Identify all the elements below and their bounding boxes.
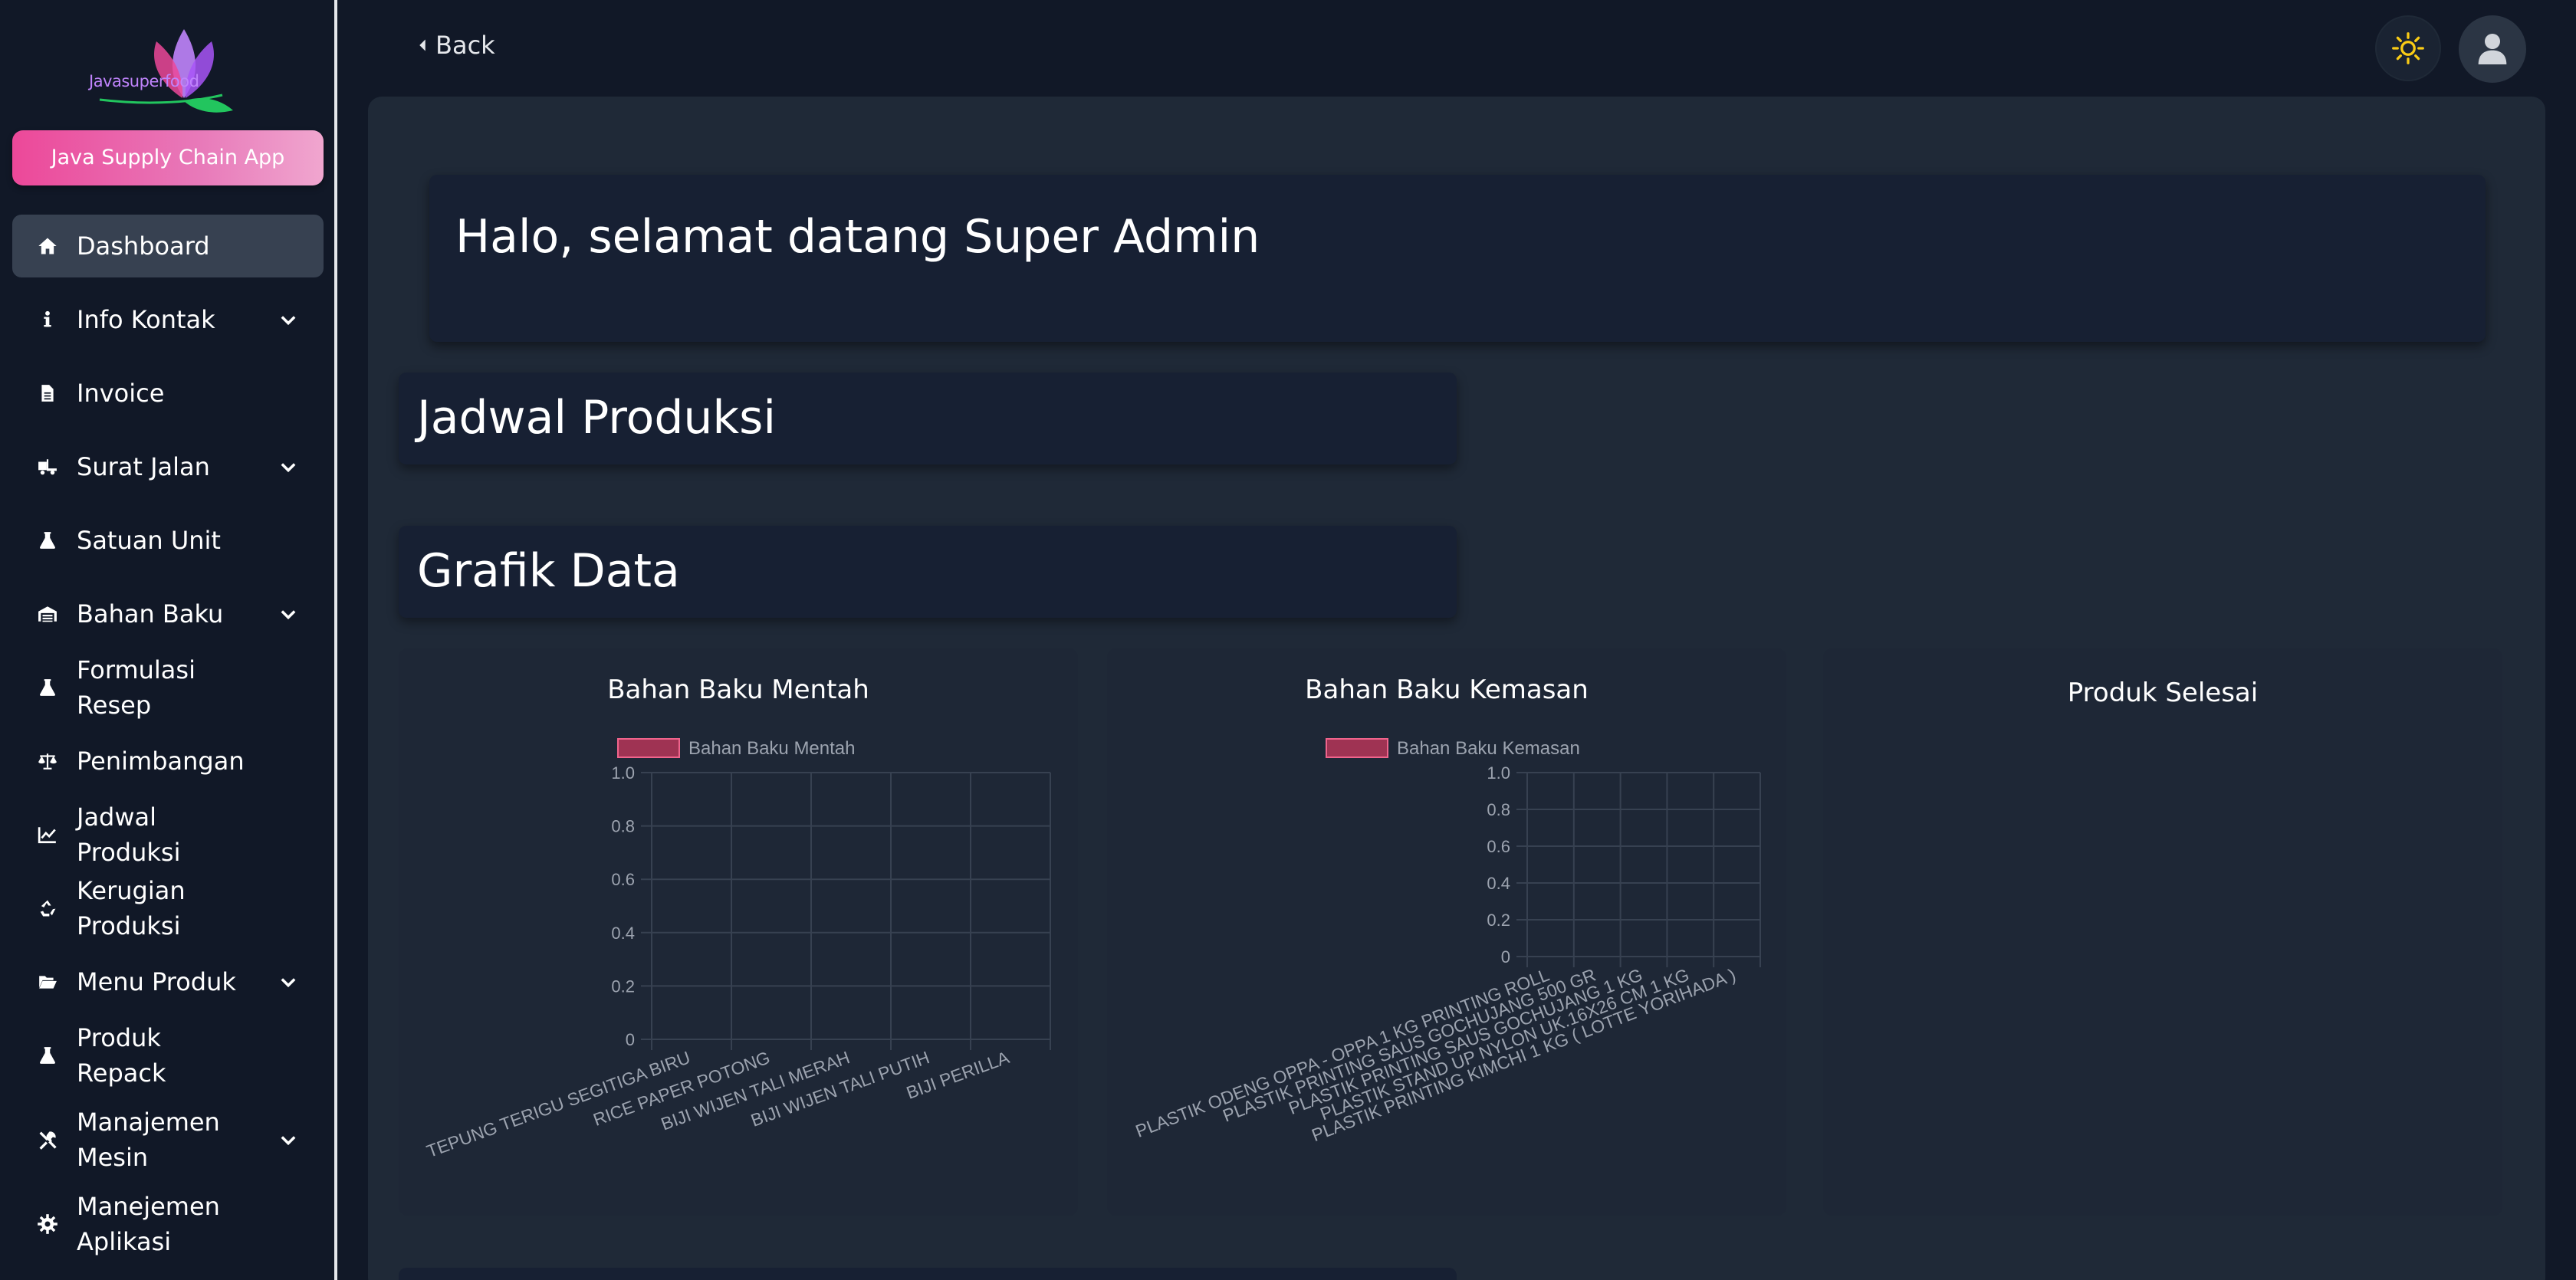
sidebar-item-label: Manejemen Aplikasi [77,1192,220,1256]
legend-swatch [1326,738,1388,758]
sidebar-item-bahan-baku[interactable]: Bahan Baku [12,583,324,645]
section-title: Grafik Data [417,544,680,598]
theme-toggle-button[interactable] [2375,15,2441,81]
chart-card-produk-selesai: Produk Selesai [1823,648,2502,1216]
sidebar-item-invoice[interactable]: Invoice [12,362,324,425]
chevron-down-icon [281,316,296,326]
chart-card-bahan-baku-kemasan: Bahan Baku Kemasan Bahan Baku Kemasan 1.0… [1107,648,1786,1216]
flask-icon [35,675,60,700]
back-label: Back [435,31,495,60]
chevron-down-icon [281,1136,296,1146]
warehouse-icon [35,602,60,626]
main-panel: Halo, selamat datang Super Admin Jadwal … [368,97,2545,1280]
sidebar-item-surat-jalan[interactable]: Surat Jalan [12,435,324,498]
chart-section-header: Grafik Data [399,526,1457,618]
sidebar-item-produk-repack[interactable]: Produk Repack [12,1023,324,1088]
sidebar-item-label: Penimbangan [77,747,245,776]
tools-icon [35,1127,60,1152]
chevron-down-icon [281,610,296,620]
y-tick-label: 0.6 [1487,837,1510,856]
y-tick-label: 0.6 [611,870,635,889]
top-bar: Back [340,0,2576,95]
chevron-down-icon [281,463,296,473]
bar-chart: Bahan Baku Kemasan 1.0 0.8 0.6 0.4 0.2 0PLASTI… [1133,738,1761,1145]
next-section-header [399,1268,1457,1280]
truck-icon [35,455,60,479]
app-name-button[interactable]: Java Supply Chain App [12,130,324,185]
sidebar-item-manajemen-mesin[interactable]: Manajemen Mesin [12,1098,324,1182]
sidebar-item-label: Manajemen Mesin [77,1108,220,1172]
back-button[interactable]: Back [417,31,495,60]
info-icon [35,307,60,332]
sidebar-item-label: Invoice [77,379,165,408]
y-tick-label: 1.0 [611,763,635,783]
y-tick-label: 0 [626,1030,635,1049]
document-icon [35,381,60,405]
logo-text: Javasuperfood [89,72,199,90]
y-tick-label: 0.2 [1487,911,1510,930]
user-menu-button[interactable] [2459,15,2526,83]
scale-icon [35,749,60,773]
chart-card-bahan-baku-mentah: Bahan Baku Mentah Bahan Baku Mentah 1.0 0.… [399,648,1078,1216]
sidebar-item-label: Bahan Baku [77,599,224,629]
sidebar-item-label: Menu Produk [77,967,236,996]
legend-label: Bahan Baku Kemasan [1397,738,1580,759]
sidebar-item-label: Produk Repack [77,1023,166,1088]
schedule-section-header: Jadwal Produksi [399,373,1457,464]
y-tick-label: 0.4 [1487,874,1510,893]
sidebar-item-satuan-unit[interactable]: Satuan Unit [12,509,324,572]
sidebar-item-formulasi-resep[interactable]: Formulasi Resep [12,655,324,720]
y-tick-label: 0 [1501,947,1510,967]
sidebar: Javasuperfood Java Supply Chain App Dash… [0,0,337,1280]
y-tick-label: 0.8 [611,817,635,836]
flask-icon [35,1043,60,1068]
sidebar-item-menu-produk[interactable]: Menu Produk [12,950,324,1013]
y-tick-label: 1.0 [1487,763,1510,783]
sidebar-item-label: Info Kontak [77,305,215,334]
flask-icon [35,528,60,553]
app-logo[interactable]: Javasuperfood [69,21,268,117]
gear-icon [35,1212,60,1236]
y-tick-label: 0.2 [611,976,635,996]
caret-left-icon [419,39,426,51]
section-title: Jadwal Produksi [417,391,777,445]
sidebar-item-label: Dashboard [77,231,210,261]
y-tick-label: 0.4 [611,924,635,943]
sidebar-item-label: Kerugian Produksi [77,876,186,940]
sidebar-item-label: Formulasi Resep [77,655,196,720]
welcome-title: Halo, selamat datang Super Admin [455,210,1260,264]
sidebar-nav: Dashboard Info Kontak Invoice Surat Jala… [12,215,324,1266]
recycle-icon [35,896,60,921]
sidebar-item-label: Jadwal Produksi [77,802,181,867]
sidebar-item-kerugian-produksi[interactable]: Kerugian Produksi [12,876,324,940]
y-tick-label: 0.8 [1487,800,1510,819]
bar-chart: Bahan Baku Mentah1.00.80.60.40.20TEPUNG … [424,738,1051,1161]
sidebar-item-info-kontak[interactable]: Info Kontak [12,288,324,351]
sidebar-item-label: Satuan Unit [77,526,221,555]
sidebar-item-dashboard[interactable]: Dashboard [12,215,324,277]
x-tick-label: PLASTIK PRINTING SAUS GOCHUJANG 1 KG [1286,964,1645,1118]
chevron-down-icon [281,978,296,988]
home-icon [35,234,60,258]
sidebar-item-penimbangan[interactable]: Penimbangan [12,730,324,793]
sidebar-item-jadwal-produksi[interactable]: Jadwal Produksi [12,802,324,867]
chart-line-icon [35,822,60,847]
lotus-logo-icon [99,29,233,113]
sun-icon [2392,32,2424,64]
chart-title: Produk Selesai [2067,678,2259,708]
user-icon [2478,34,2507,64]
folder-open-icon [35,970,60,994]
welcome-card: Halo, selamat datang Super Admin [429,175,2486,342]
sidebar-item-manejemen-aplikasi[interactable]: Manejemen Aplikasi [12,1192,324,1256]
legend-label: Bahan Baku Mentah [688,738,856,759]
sidebar-item-label: Surat Jalan [77,452,210,481]
legend-swatch [617,738,680,758]
